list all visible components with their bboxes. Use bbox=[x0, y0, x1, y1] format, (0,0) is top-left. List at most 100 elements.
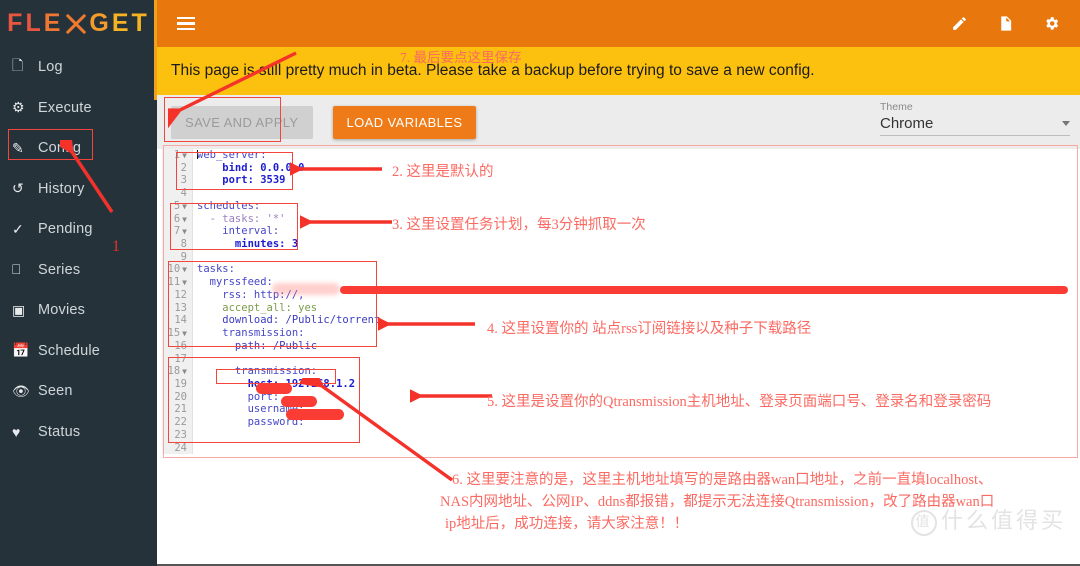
code-line: tasks: bbox=[197, 263, 235, 276]
hamburger-icon[interactable] bbox=[177, 16, 195, 31]
logo-x-icon bbox=[63, 11, 89, 37]
code-line: transmission: bbox=[197, 327, 305, 340]
code-line: myrssfeed: bbox=[197, 276, 273, 289]
code-line: bind: 0.0.0.0 bbox=[197, 161, 305, 174]
sidebar-item-seen[interactable]: 👁 Seen bbox=[0, 371, 157, 412]
sidebar-item-movies[interactable]: ▣ Movies bbox=[0, 290, 157, 331]
load-variables-button[interactable]: LOAD VARIABLES bbox=[332, 105, 477, 139]
code-line: interval: bbox=[197, 225, 280, 238]
line-number: 12 bbox=[174, 288, 187, 301]
line-number: 22 bbox=[174, 416, 187, 429]
document-icon[interactable] bbox=[996, 15, 1014, 33]
chevron-down-icon bbox=[1062, 121, 1070, 126]
code-line: port: 3539 bbox=[197, 174, 286, 187]
line-number: 16 bbox=[174, 339, 187, 352]
sidebar-item-log[interactable]: 🗋 Log bbox=[0, 47, 157, 88]
theme-select[interactable]: Theme Chrome bbox=[880, 101, 1070, 136]
main-content: This page is still pretty much in beta. … bbox=[157, 0, 1080, 566]
line-number: 1 ▼ bbox=[173, 149, 187, 161]
line-number: 15 ▼ bbox=[167, 327, 187, 340]
code-line: - tasks: '*' bbox=[197, 212, 286, 225]
line-number: 4 bbox=[180, 187, 187, 200]
line-number: 14 bbox=[174, 314, 187, 327]
line-number: 9 bbox=[180, 250, 187, 263]
config-code-editor[interactable]: 1 ▼ 2 3 4 5 ▼ 6 ▼ 7 ▼ 8 9 10 ▼ 11 ▼ 12 13 14 1… bbox=[162, 149, 1075, 454]
sidebar-item-label: Execute bbox=[38, 99, 92, 116]
gear-icon[interactable] bbox=[1042, 15, 1060, 33]
code-line: schedules: bbox=[197, 199, 261, 212]
code-line: accept_all: yes bbox=[197, 301, 318, 314]
sidebar-item-label: Seen bbox=[38, 383, 73, 400]
line-number: 11 ▼ bbox=[167, 276, 187, 289]
code-line: web_server: bbox=[197, 149, 267, 161]
line-number: 24 bbox=[174, 441, 187, 454]
code-line: username: bbox=[197, 403, 305, 416]
pencil-icon[interactable] bbox=[950, 15, 968, 33]
code-line: password: " bbox=[197, 416, 318, 429]
theme-select-value: Chrome bbox=[880, 115, 934, 132]
sidebar-item-label: Series bbox=[38, 261, 81, 278]
sidebar-item-label: Log bbox=[38, 59, 63, 76]
beta-warning-banner: This page is still pretty much in beta. … bbox=[157, 47, 1080, 95]
calendar-icon: 📅 bbox=[12, 342, 30, 359]
theme-select-label: Theme bbox=[880, 101, 913, 113]
line-number: 18 ▼ bbox=[167, 365, 187, 378]
banner-text: This page is still pretty much in beta. … bbox=[171, 62, 815, 79]
code-line: rss: http://, bbox=[197, 288, 305, 301]
sidebar-item-label: Pending bbox=[38, 221, 93, 238]
line-number: 5 ▼ bbox=[173, 199, 187, 212]
gear-icon: ⚙ bbox=[12, 99, 25, 116]
editor-toolbar: SAVE AND APPLY LOAD VARIABLES Theme Chro… bbox=[157, 95, 1080, 149]
film-icon: ▣ bbox=[12, 301, 26, 318]
line-number: 19 bbox=[174, 377, 187, 390]
sidebar-item-history[interactable]: ↺ History bbox=[0, 169, 157, 210]
check-icon: ✓ bbox=[12, 220, 24, 237]
header-actions bbox=[950, 15, 1060, 33]
sidebar-item-label: Schedule bbox=[38, 342, 101, 359]
sidebar-item-pending[interactable]: ✓ Pending bbox=[0, 209, 157, 250]
line-number: 21 bbox=[174, 403, 187, 416]
code-line: path: /Public bbox=[197, 339, 318, 352]
sidebar-item-status[interactable]: ♥ Status bbox=[0, 412, 157, 453]
top-header-bar bbox=[157, 0, 1080, 47]
sidebar-item-config[interactable]: ✎ Config bbox=[0, 128, 157, 169]
sidebar-item-execute[interactable]: ⚙ Execute bbox=[0, 88, 157, 129]
line-number: 8 bbox=[180, 238, 187, 251]
sidebar-item-label: Movies bbox=[38, 302, 86, 319]
code-line: download: /Public/torrent bbox=[197, 314, 381, 327]
heartbeat-icon: ♥ bbox=[12, 423, 21, 440]
editor-gutter: 1 ▼ 2 3 4 5 ▼ 6 ▼ 7 ▼ 8 9 10 ▼ 11 ▼ 12 13 14 1… bbox=[162, 149, 193, 454]
editor-code-area[interactable]: web_server: bind: 0.0.0.0 port: 3539 sch… bbox=[193, 149, 1075, 454]
save-and-apply-button[interactable]: SAVE AND APPLY bbox=[171, 105, 313, 139]
line-number: 6 ▼ bbox=[173, 212, 187, 225]
sidebar: FLE GET 🗋 Log ⚙ Execute ✎ Config ↺ Histo… bbox=[0, 0, 157, 566]
code-line: minutes: 3 bbox=[197, 238, 299, 251]
flexget-config-page: FLE GET 🗋 Log ⚙ Execute ✎ Config ↺ Histo… bbox=[0, 0, 1080, 566]
sidebar-item-label: Config bbox=[38, 140, 82, 157]
line-number: 20 bbox=[174, 390, 187, 403]
sidebar-item-schedule[interactable]: 📅 Schedule bbox=[0, 331, 157, 372]
line-number: 3 bbox=[180, 174, 187, 187]
line-number: 10 ▼ bbox=[167, 263, 187, 276]
eye-icon: 👁 bbox=[12, 382, 30, 399]
history-icon: ↺ bbox=[12, 180, 24, 197]
line-number: 2 bbox=[180, 161, 187, 174]
sidebar-item-label: History bbox=[38, 180, 85, 197]
sidebar-item-series[interactable]: ⎕ Series bbox=[0, 250, 157, 291]
code-line: port: bbox=[197, 390, 280, 403]
app-logo: FLE GET bbox=[7, 9, 150, 37]
line-number: 23 bbox=[174, 428, 187, 441]
code-line: transmission: bbox=[197, 365, 318, 378]
pencil-icon: ✎ bbox=[12, 139, 24, 156]
line-number: 7 ▼ bbox=[173, 225, 187, 238]
line-number: 13 bbox=[174, 301, 187, 314]
line-number: 17 bbox=[174, 352, 187, 365]
code-line: host: 192.168.1.2 bbox=[197, 377, 356, 390]
document-icon: 🗋 bbox=[12, 57, 24, 74]
monitor-icon: ⎕ bbox=[12, 261, 21, 278]
